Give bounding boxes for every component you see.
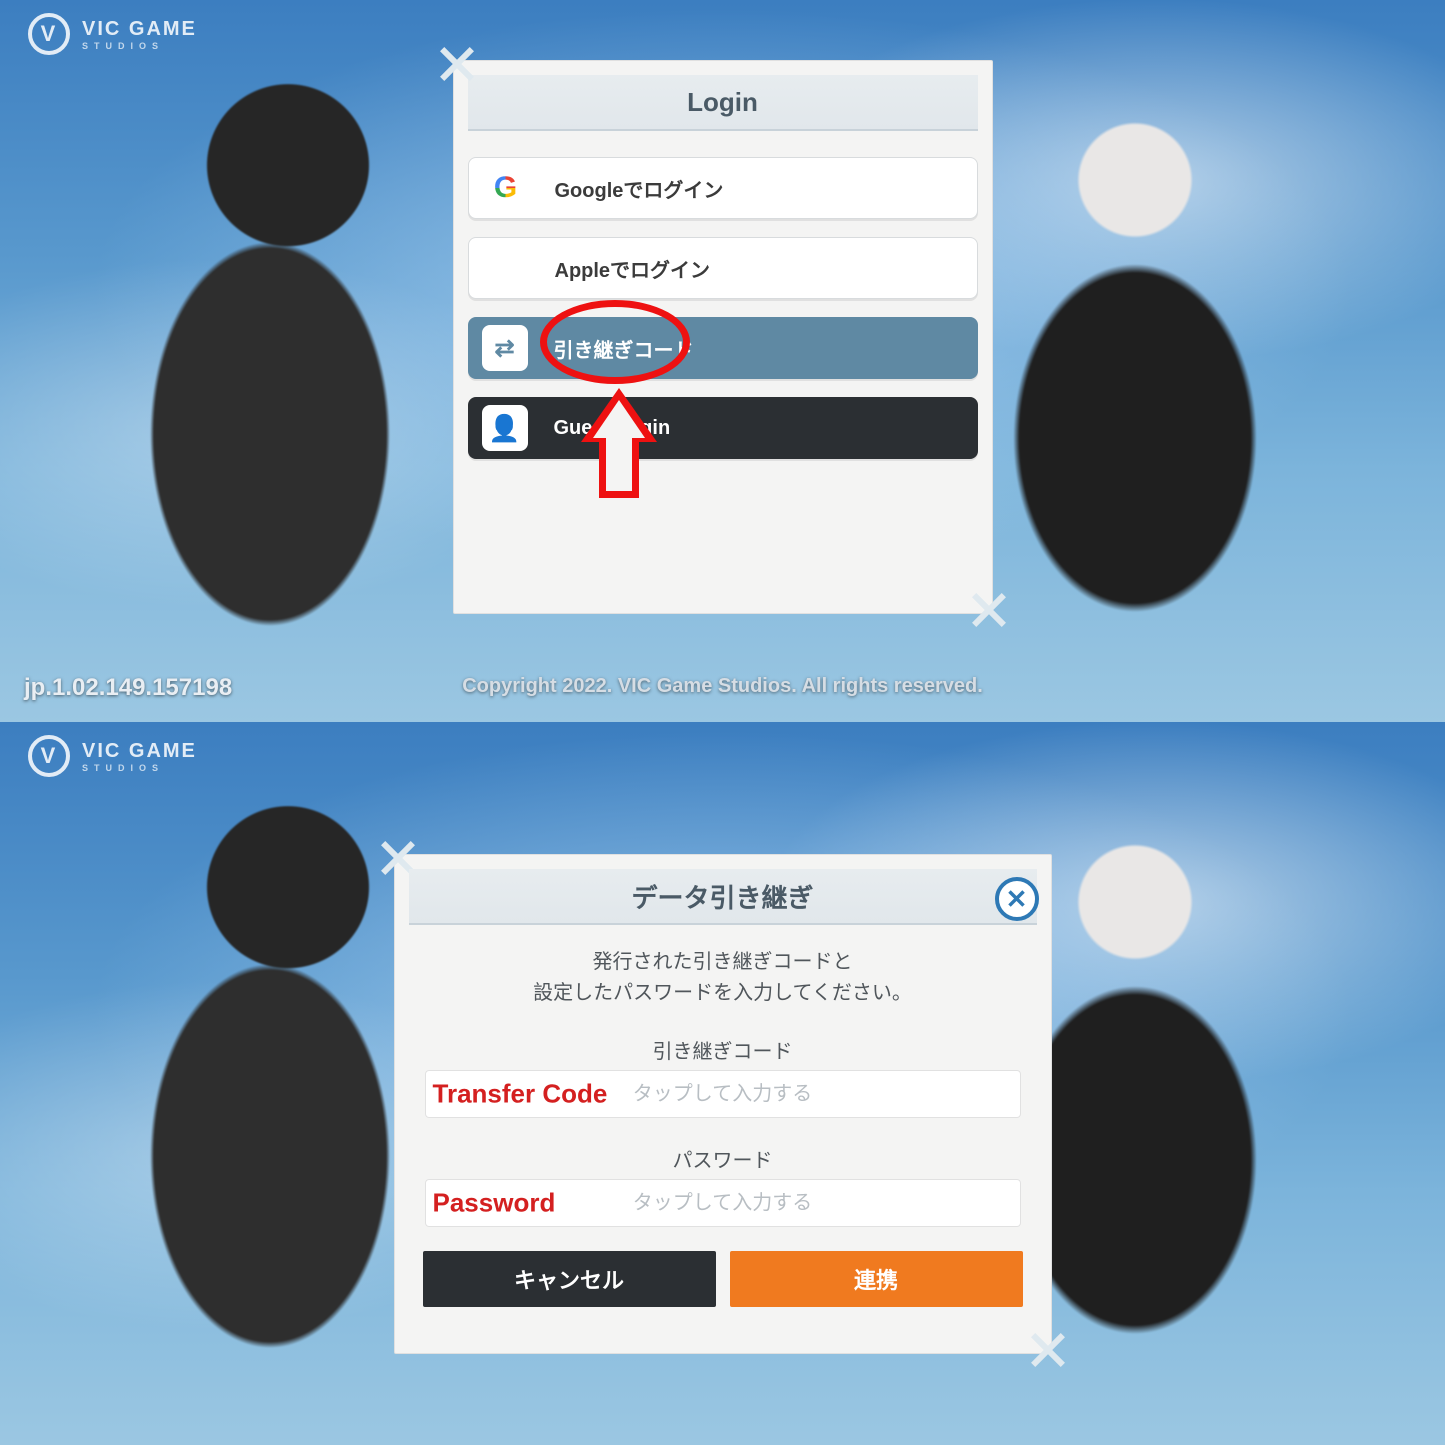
close-icon: ✕ xyxy=(1006,884,1028,915)
close-button[interactable]: ✕ xyxy=(995,877,1039,921)
login-google-button[interactable]: G Googleでログイン xyxy=(468,157,978,219)
transfer-title: データ引き継ぎ ✕ xyxy=(409,869,1037,925)
screenshot-transfer: V VIC GAME STUDIOS データ引き継ぎ ✕ 発行された引き継ぎコー… xyxy=(0,722,1445,1445)
studio-logo: V VIC GAME STUDIOS xyxy=(28,13,197,55)
apple-icon xyxy=(483,245,529,291)
logo-text-2: STUDIOS xyxy=(82,41,197,51)
guest-icon: 👤 xyxy=(482,405,528,451)
login-apple-label: Appleでログイン xyxy=(555,254,711,283)
login-guest-label: Guest Login xyxy=(554,417,671,440)
copyright-text: Copyright 2022. VIC Game Studios. All ri… xyxy=(0,675,1445,698)
logo-ring-icon: V xyxy=(28,13,70,55)
google-icon: G xyxy=(483,165,529,211)
link-button[interactable]: 連携 xyxy=(730,1251,1023,1307)
cancel-button[interactable]: キャンセル xyxy=(423,1251,716,1307)
login-transfer-button[interactable]: ⇄ 引き継ぎコード xyxy=(468,317,978,379)
transfer-desc-1: 発行された引き継ぎコードと xyxy=(425,947,1021,978)
logo-ring-icon: V xyxy=(28,735,70,777)
transfer-code-icon: ⇄ xyxy=(482,325,528,371)
transfer-code-input[interactable] xyxy=(425,1070,1021,1118)
login-modal: Login G Googleでログイン Appleでログイン ⇄ 引き継ぎコード… xyxy=(453,60,993,614)
password-label: パスワード xyxy=(425,1144,1021,1173)
logo-text-1: VIC GAME xyxy=(82,740,197,763)
login-google-label: Googleでログイン xyxy=(555,174,724,203)
studio-logo: V VIC GAME STUDIOS xyxy=(28,735,197,777)
logo-text-2: STUDIOS xyxy=(82,763,197,773)
transfer-desc-2: 設定したパスワードを入力してください。 xyxy=(425,978,1021,1009)
login-title: Login xyxy=(468,75,978,131)
corner-decoration-icon xyxy=(436,43,478,85)
screenshot-login: V VIC GAME STUDIOS Login G Googleでログイン A… xyxy=(0,0,1445,722)
transfer-code-label: 引き継ぎコード xyxy=(425,1035,1021,1064)
password-input[interactable] xyxy=(425,1179,1021,1227)
corner-decoration-icon xyxy=(1027,1329,1069,1371)
transfer-modal: データ引き継ぎ ✕ 発行された引き継ぎコードと 設定したパスワードを入力してくだ… xyxy=(394,854,1052,1354)
logo-text-1: VIC GAME xyxy=(82,18,197,41)
login-guest-button[interactable]: 👤 Guest Login xyxy=(468,397,978,459)
login-apple-button[interactable]: Appleでログイン xyxy=(468,237,978,299)
login-transfer-label: 引き継ぎコード xyxy=(554,334,694,363)
corner-decoration-icon xyxy=(968,589,1010,631)
